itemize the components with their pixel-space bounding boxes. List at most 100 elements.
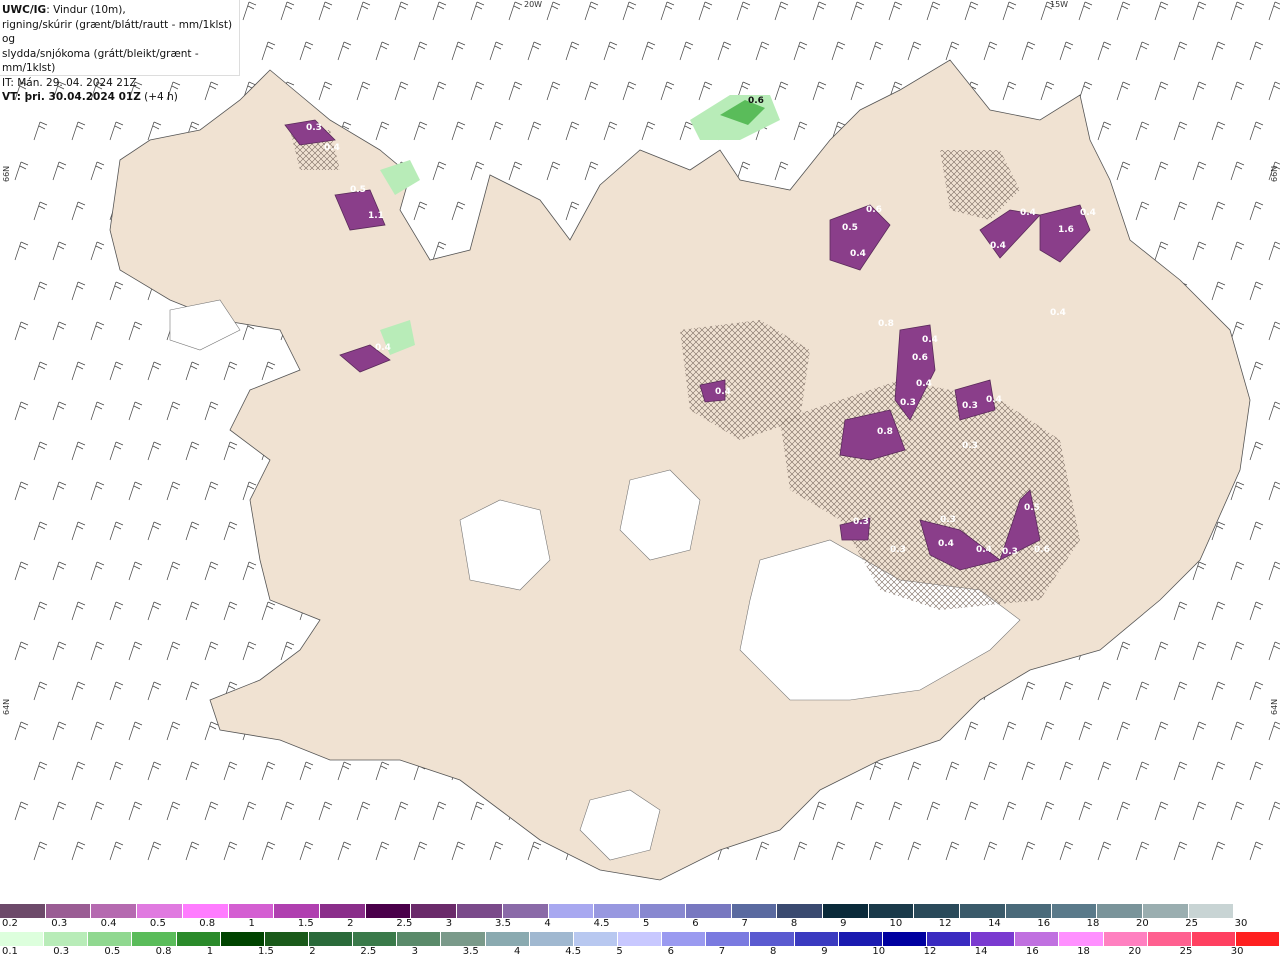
wind-barb <box>33 841 48 861</box>
scale-label: 1.5 <box>258 946 274 957</box>
wind-barb <box>128 721 143 741</box>
wind-barb <box>1097 121 1112 141</box>
scale-swatch <box>502 904 549 918</box>
wind-barb <box>1116 641 1131 661</box>
wind-barb <box>375 841 390 861</box>
wind-barb <box>52 241 67 261</box>
scale-label: 10 <box>889 918 903 929</box>
wind-barb <box>508 1 523 21</box>
lon-label-20w: 20W <box>524 0 543 9</box>
scale-swatch <box>1142 904 1189 918</box>
wind-barb <box>14 481 29 501</box>
wind-barb <box>679 41 694 61</box>
precip-value-label: 0.4 <box>916 379 932 389</box>
wind-barb <box>1230 641 1245 661</box>
wind-barb <box>71 761 86 781</box>
wind-barb <box>1230 801 1245 821</box>
scale-label: 18 <box>1086 918 1100 929</box>
scale-label: 4.5 <box>593 918 610 929</box>
wind-barb <box>90 241 105 261</box>
wind-barb <box>128 321 143 341</box>
precip-value-label: 0.4 <box>1020 208 1036 218</box>
wind-barb <box>299 41 314 61</box>
wind-barb <box>204 561 219 581</box>
scale-swatch <box>88 932 133 946</box>
wind-barb <box>698 81 713 101</box>
scale-swatch <box>132 932 177 946</box>
wind-barb <box>1002 81 1017 101</box>
wind-barb <box>945 761 960 781</box>
snow-scale-labels: 0.2 0.3 0.4 0.5 0.8 1 1.5 2 2.5 3 3.5 4 4.5 5 6 7 8 9 10 12… <box>0 918 1280 930</box>
wind-barb <box>223 761 238 781</box>
scale-label: 7 <box>718 946 726 957</box>
scale-label: 30 <box>1234 918 1248 929</box>
wind-barb <box>1097 681 1112 701</box>
wind-barb <box>90 321 105 341</box>
wind-barb <box>242 641 257 661</box>
scale-label: 5 <box>616 946 623 957</box>
wind-barb <box>489 841 504 861</box>
wind-barb <box>774 1 789 21</box>
wind-barb <box>128 561 143 581</box>
wind-barb <box>1040 801 1055 821</box>
wind-barb <box>1268 401 1280 421</box>
wind-barb <box>223 601 238 621</box>
scale-label: 7 <box>741 918 748 929</box>
wind-barb <box>1211 601 1226 621</box>
wind-barb <box>1230 241 1245 261</box>
wind-barb <box>432 81 447 101</box>
wind-barb <box>375 41 390 61</box>
wind-barb <box>1192 81 1207 101</box>
precip-value-label: 0.3 <box>940 515 956 525</box>
wind-barb <box>527 841 542 861</box>
scale-swatch <box>706 932 751 946</box>
scale-swatch <box>1059 932 1104 946</box>
scale-label: 10 <box>872 946 886 957</box>
wind-barb <box>1097 841 1112 861</box>
wind-barb <box>52 161 67 181</box>
scale-label: 1 <box>248 918 255 929</box>
weather-map[interactable]: 0.3 0.4 0.5 1.1 0.4 0.6 0.6 0.5 0.4 0.8 0.4 0.6 0.4 1… <box>0 0 1280 904</box>
wind-barb <box>1268 81 1280 101</box>
wind-barb <box>603 121 618 141</box>
wind-barb <box>166 561 181 581</box>
wind-barb <box>1211 41 1226 61</box>
scale-swatch <box>662 932 707 946</box>
wind-barb <box>242 801 257 821</box>
valid-offset: (+4 h) <box>140 91 178 103</box>
wind-barb <box>1097 761 1112 781</box>
wind-barb <box>1059 841 1074 861</box>
wind-barb <box>869 841 884 861</box>
wind-barb <box>755 841 770 861</box>
wind-barb <box>52 321 67 341</box>
wind-barb <box>1154 241 1169 261</box>
wind-barb <box>508 81 523 101</box>
map-title-box: UWC/IG: Vindur (10m), rigning/skúrir (gr… <box>0 0 240 103</box>
wind-barb <box>1249 361 1264 381</box>
scale-label: 0.3 <box>51 918 68 929</box>
wind-barb <box>14 801 29 821</box>
scale-label: 8 <box>770 946 777 957</box>
scale-swatch <box>411 904 458 918</box>
scale-swatch <box>1015 932 1060 946</box>
wind-barb <box>869 761 884 781</box>
wind-barb <box>812 801 827 821</box>
scale-swatch <box>365 904 412 918</box>
wind-barb <box>736 1 751 21</box>
scale-label: 0.3 <box>53 946 70 957</box>
wind-barb <box>261 601 276 621</box>
wind-barb <box>71 121 86 141</box>
precip-value-label: 0.4 <box>986 395 1002 405</box>
scale-swatch <box>822 904 869 918</box>
lat-label-66n-right: 66N <box>1270 165 1279 182</box>
wind-barb <box>14 641 29 661</box>
scale-swatch <box>137 904 183 918</box>
wind-barb <box>1192 1 1207 21</box>
wind-barb <box>470 161 485 181</box>
wind-barb <box>1211 121 1226 141</box>
wind-barb <box>584 161 599 181</box>
wind-barb <box>1173 601 1188 621</box>
wind-barb <box>52 641 67 661</box>
scale-label: 3 <box>445 918 453 929</box>
wind-barb <box>204 721 219 741</box>
